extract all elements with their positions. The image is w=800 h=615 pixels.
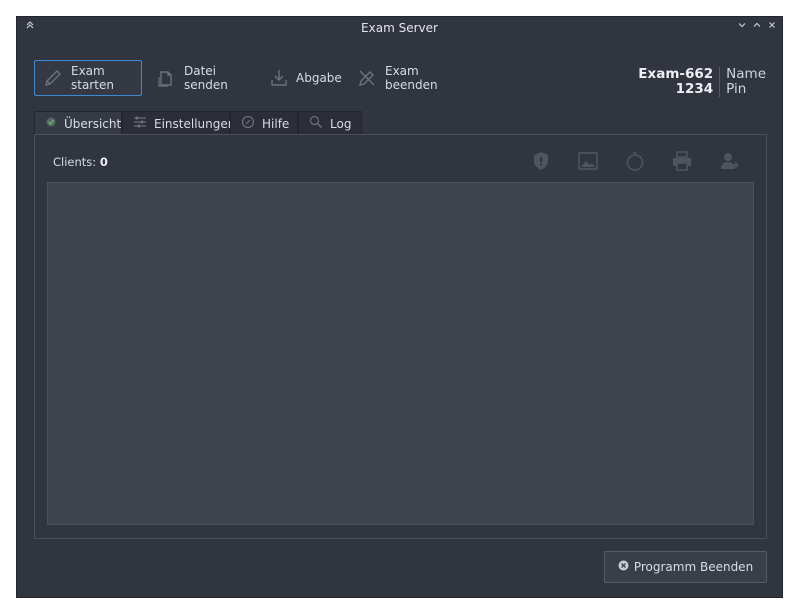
printer-icon[interactable] <box>671 150 693 175</box>
download-icon <box>269 68 289 88</box>
shield-icon[interactable] <box>530 150 552 175</box>
tab-overview[interactable]: Übersicht <box>34 111 122 135</box>
clients-value: 0 <box>99 155 108 169</box>
overview-panel: Clients: 0 <box>34 134 767 539</box>
exam-name-label: Name <box>726 66 766 82</box>
image-icon[interactable] <box>577 150 599 175</box>
exam-name-value: Exam-662 <box>638 66 714 82</box>
tab-overview-label: Übersicht <box>64 116 122 131</box>
send-file-label: Datei senden <box>184 64 228 92</box>
exam-pin-value: 1234 <box>675 81 714 97</box>
quit-label: Programm Beenden <box>633 560 754 574</box>
clients-count: Clients: 0 <box>53 155 108 169</box>
tab-settings[interactable]: Einstellungen <box>122 111 235 135</box>
end-exam-label: Exam beenden <box>385 64 438 92</box>
submit-label: Abgabe <box>296 71 342 85</box>
search-icon <box>309 115 330 132</box>
clients-label: Clients: <box>53 155 97 169</box>
start-exam-label: Exam starten <box>71 64 114 92</box>
tab-log-label: Log <box>330 116 352 131</box>
tab-log[interactable]: Log <box>298 111 362 135</box>
tab-help[interactable]: Hilfe <box>230 111 298 135</box>
send-file-button[interactable]: Datei senden <box>156 60 261 96</box>
add-user-icon[interactable] <box>719 150 741 175</box>
exam-info: Exam-662 1234 Name Pin <box>638 67 766 97</box>
send-file-icon <box>156 68 176 88</box>
window-title: Exam Server <box>361 21 438 35</box>
close-icon[interactable] <box>765 20 779 34</box>
minimize-icon[interactable] <box>735 20 749 34</box>
exam-pin-label: Pin <box>726 81 747 97</box>
status-ok-icon <box>45 116 64 131</box>
app-window: Exam Server Exam starten Datei senden Ab… <box>16 16 783 598</box>
maximize-icon[interactable] <box>750 20 764 34</box>
submit-button[interactable]: Abgabe <box>269 60 349 96</box>
pen-off-icon <box>357 68 377 88</box>
tab-bar: Übersicht Einstellungen Hilfe Log <box>34 111 362 135</box>
quit-button[interactable]: Programm Beenden <box>604 551 767 583</box>
sliders-icon <box>133 116 154 131</box>
title-bar: Exam Server <box>17 17 782 39</box>
close-circle-icon <box>618 560 629 574</box>
end-exam-button[interactable]: Exam beenden <box>357 60 472 96</box>
client-list-area[interactable] <box>47 182 754 525</box>
start-exam-button[interactable]: Exam starten <box>34 60 142 96</box>
timer-icon[interactable] <box>624 150 646 175</box>
tab-help-label: Hilfe <box>262 116 290 131</box>
tab-settings-label: Einstellungen <box>154 116 236 131</box>
help-icon <box>241 115 262 132</box>
pencil-icon <box>43 68 63 88</box>
